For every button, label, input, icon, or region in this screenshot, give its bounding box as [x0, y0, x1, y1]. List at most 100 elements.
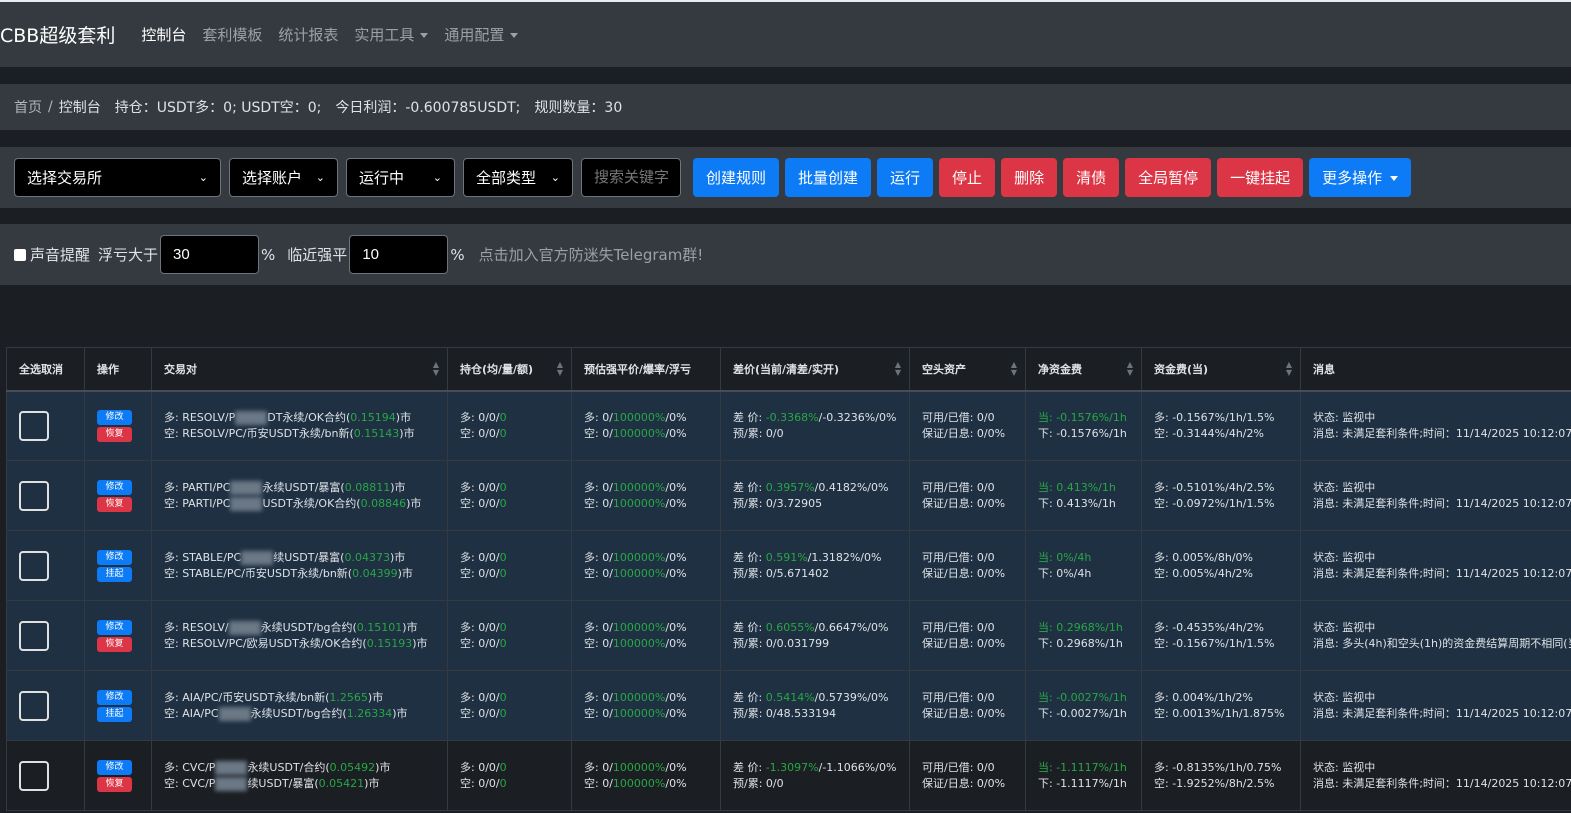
edit-button[interactable]: 修改 [97, 479, 132, 495]
pair-line: 多: CVC/P 永续USDT/合约(0.05492)市 [164, 760, 391, 775]
net-funding-cell: 当: -0.0027%/1h 下: -0.0027%/1h [1025, 670, 1142, 741]
column-header[interactable]: 资金费(当) ▲ ▼ [1141, 347, 1301, 392]
row-action-button[interactable]: 挂起 [97, 566, 132, 582]
row-action-button[interactable]: 恢复 [97, 426, 132, 442]
row-action-button[interactable]: 挂起 [97, 706, 132, 722]
table-row: 修改 挂起 多: STABLE/PC 续USDT/暴富(0.04373)市 空: ST… [6, 530, 1571, 601]
funding-cell: 多: -0.8135%/1h/0.75% 空: -1.9252%/8h/2.5% [1141, 740, 1301, 811]
spread-cell: 差 价: -0.3368%/-0.3236%/0% 预/累: 0/0 [720, 390, 910, 461]
type-select[interactable]: 全部类型 ⌄ [463, 158, 573, 197]
nav-item[interactable]: 控制台 [141, 26, 186, 44]
breadcrumb-home[interactable]: 首页 [14, 97, 42, 117]
sort-icon[interactable]: ▲ ▼ [1286, 361, 1292, 377]
toolbar-button[interactable]: 全局暂停 [1125, 158, 1212, 197]
position-cell: 多: 0/0/0 空: 0/0/0 [447, 600, 572, 671]
account-select[interactable]: 选择账户 ⌄ [229, 158, 338, 197]
position-cell: 多: 0/0/0 空: 0/0/0 [447, 670, 572, 741]
redacted-blur [230, 480, 263, 495]
message-cell: 状态: 监视中 消息: 未满足套利条件;时间：11/14/2025 10:12:0… [1300, 740, 1571, 811]
edit-button[interactable]: 修改 [97, 409, 132, 425]
toolbar-button[interactable]: 停止 [939, 158, 996, 197]
pair-line: 空: CVC/P 续USDT/暴富(0.05421)市 [164, 776, 380, 791]
breadcrumb-sep: / [48, 99, 53, 115]
row-checkbox[interactable] [19, 410, 49, 441]
percent-label: % [261, 245, 276, 264]
nav-item[interactable]: 统计报表 [278, 26, 338, 44]
funding-cell: 多: -0.4535%/4h/2% 空: -0.1567%/1h/1.5% [1141, 600, 1301, 671]
funding-cell: 多: -0.1567%/1h/1.5% 空: -0.3144%/4h/2% [1141, 390, 1301, 461]
row-checkbox[interactable] [19, 480, 49, 511]
table-row: 修改 恢复 多: RESOLV/P DT永续/OK合约(0.15194)市 空: RE… [6, 390, 1571, 461]
edit-button[interactable]: 修改 [97, 759, 132, 775]
position-cell: 多: 0/0/0 空: 0/0/0 [447, 740, 572, 811]
toolbar-button[interactable]: 批量创建 [785, 158, 872, 197]
pair-line: 空: PARTI/PC USDT永续/OK合约(0.08846)市 [164, 496, 422, 511]
row-action-button[interactable]: 恢复 [97, 776, 132, 792]
telegram-link[interactable]: 点击加入官方防迷失Telegram群! [479, 244, 704, 265]
message-cell: 状态: 监视中 消息: 未满足套利条件;时间：11/14/2025 10:12:0… [1300, 460, 1571, 531]
caret-down-icon [1390, 176, 1399, 181]
row-checkbox[interactable] [19, 690, 49, 721]
position-cell: 多: 0/0/0 空: 0/0/0 [447, 460, 572, 531]
pair-line: 多: RESOLV/永续USDT/bg合约(0.15101)市 [164, 620, 418, 635]
toolbar-button[interactable]: 一键挂起 [1217, 158, 1304, 197]
sort-icon[interactable]: ▲ ▼ [433, 361, 439, 377]
column-header[interactable]: 持仓(均/量/额) ▲ ▼ [447, 347, 572, 392]
nav-item[interactable]: 实用工具 [354, 26, 429, 44]
breadcrumb-current: 控制台 [58, 100, 101, 116]
status-select[interactable]: 运行中 ⌄ [346, 158, 455, 197]
row-checkbox[interactable] [19, 620, 49, 651]
near-liq-input[interactable] [349, 235, 449, 274]
sort-icon[interactable]: ▲ ▼ [557, 361, 563, 377]
pair-line: 多: STABLE/PC 续USDT/暴富(0.04373)市 [164, 550, 406, 565]
pair-line: 多: PARTI/PC 永续USDT/暴富(0.08811)市 [164, 480, 406, 495]
table-row: 修改 恢复 多: PARTI/PC 永续USDT/暴富(0.08811)市 空: PA… [6, 460, 1571, 531]
edit-button[interactable]: 修改 [97, 549, 132, 565]
edit-button[interactable]: 修改 [97, 689, 132, 705]
column-header: 预估强平价/爆率/浮亏 [571, 347, 721, 392]
edit-button[interactable]: 修改 [97, 619, 132, 635]
column-header: 操作 [84, 347, 152, 392]
row-checkbox[interactable] [19, 760, 49, 791]
nav-item[interactable]: 套利模板 [202, 26, 262, 44]
sort-icon[interactable]: ▲ ▼ [895, 361, 901, 377]
column-header[interactable]: 净资金费 ▲ ▼ [1025, 347, 1142, 392]
column-header[interactable]: 交易对 ▲ ▼ [151, 347, 448, 392]
pair-cell: 多: STABLE/PC 续USDT/暴富(0.04373)市 空: STABLE/… [151, 530, 448, 601]
pair-line: 多: RESOLV/P DT永续/OK合约(0.15194)市 [164, 410, 412, 425]
column-header[interactable]: 空头资产 ▲ ▼ [909, 347, 1026, 392]
column-header[interactable]: 差价(当前/清差/实开) ▲ ▼ [720, 347, 910, 392]
spread-cell: 差 价: -1.3097%/-1.1066%/0% 预/累: 0/0 [720, 740, 910, 811]
pair-cell: 多: RESOLV/永续USDT/bg合约(0.15101)市 空: RESOLV… [151, 600, 448, 671]
position-cell: 多: 0/0/0 空: 0/0/0 [447, 390, 572, 461]
toolbar-button[interactable]: 创建规则 [693, 158, 780, 197]
toolbar-button[interactable]: 更多操作 [1309, 158, 1412, 197]
near-liq-label: 临近强平 [287, 246, 348, 264]
float-loss-label: 浮亏大于 [98, 246, 159, 264]
brand[interactable]: CBB超级套利 [0, 21, 115, 48]
spread-cell: 差 价: 0.3957%/0.4182%/0% 预/累: 0/3.72905 [720, 460, 910, 531]
spread-cell: 差 价: 0.6055%/0.6647%/0% 预/累: 0/0.031799 [720, 600, 910, 671]
row-action-button[interactable]: 恢复 [97, 636, 132, 652]
asset-cell: 可用/已借: 0/0 保证/日息: 0/0% [909, 460, 1026, 531]
rules-table: 全选取消 操作 交易对 ▲ ▼ 持仓(均/量/额) ▲ ▼ 预估强平价/爆率/浮亏 差价(当前/清… [6, 347, 1571, 811]
toolbar-button[interactable]: 运行 [877, 158, 934, 197]
float-loss-input[interactable] [160, 235, 260, 274]
exchange-select[interactable]: 选择交易所 ⌄ [14, 158, 221, 197]
pair-line: 空: AIA/PC 永续USDT/bg合约(1.26334)市 [164, 706, 408, 721]
profit-summary: 今日利润：-0.600785USDT; [335, 100, 521, 116]
nav-item[interactable]: 通用配置 [444, 26, 519, 44]
toolbar-button[interactable]: 清债 [1063, 158, 1120, 197]
toolbar-button[interactable]: 删除 [1001, 158, 1058, 197]
row-checkbox[interactable] [19, 550, 49, 581]
chevron-down-icon: ⌄ [432, 171, 442, 184]
sort-icon[interactable]: ▲ ▼ [1127, 361, 1133, 377]
message-cell: 状态: 监视中 消息: 多头(4h)和空头(1h)的资金费结算周期不相同(当 [1300, 600, 1571, 671]
sort-icon[interactable]: ▲ ▼ [1011, 361, 1017, 377]
position-summary: 持仓：USDT多：0; USDT空：0; [114, 100, 322, 116]
table-row: 修改 恢复 多: CVC/P 永续USDT/合约(0.05492)市 空: CVC/P… [6, 740, 1571, 811]
sound-checkbox[interactable] [14, 248, 26, 261]
redacted-blur [230, 496, 263, 511]
search-input[interactable] [581, 158, 681, 197]
row-action-button[interactable]: 恢复 [97, 496, 132, 512]
